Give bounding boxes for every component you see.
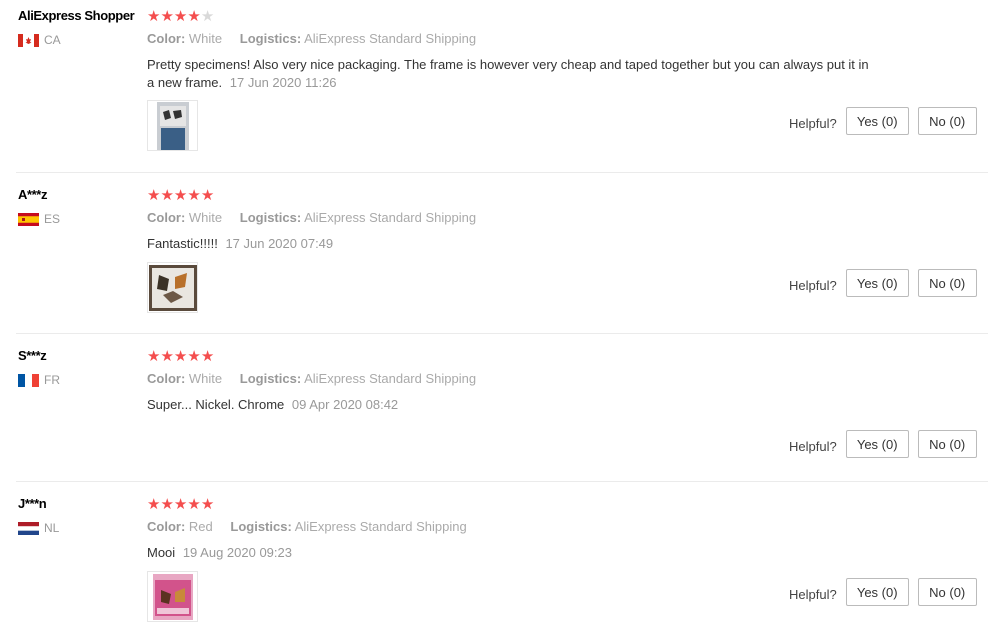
review-text: Fantastic!!!!! 17 Jun 2020 07:49 (147, 235, 877, 253)
star-icon: ★ (147, 8, 161, 25)
review-text: Super... Nickel. Chrome 09 Apr 2020 08:4… (147, 396, 877, 414)
helpful-label: Helpful? (789, 115, 837, 131)
country-code: ES (44, 212, 61, 226)
star-icon: ★ (187, 348, 201, 365)
rating-stars: ★★★★★ (147, 188, 214, 204)
logistics-key: Logistics: (239, 210, 302, 225)
rating-stars: ★★★★★ (147, 9, 214, 25)
logistics-key: Logistics: (239, 371, 302, 386)
review-meta: Color: White Logistics: AliExpress Stand… (147, 210, 476, 225)
color-value: White (188, 371, 223, 386)
star-icon: ★ (187, 496, 201, 513)
color-value: White (188, 31, 223, 46)
canada-flag-icon (18, 33, 39, 47)
color-key: Color: (147, 31, 186, 46)
review-time: 19 Aug 2020 09:23 (182, 545, 292, 560)
reviewer-country: FR (18, 373, 60, 387)
star-icon: ★ (200, 496, 215, 513)
review-divider (16, 333, 988, 334)
star-icon: ★ (173, 348, 188, 365)
helpful-yes-button[interactable]: Yes (0) (845, 269, 909, 297)
rating-stars: ★★★★★ (147, 497, 214, 513)
france-flag-icon (18, 373, 39, 387)
star-icon: ★ (173, 187, 188, 204)
star-icon: ★ (200, 348, 215, 365)
helpful-controls: Helpful? Yes (0) No (0) (789, 578, 977, 606)
helpful-label: Helpful? (789, 277, 837, 293)
country-code: NL (44, 521, 60, 535)
color-value: White (188, 210, 223, 225)
review-time: 09 Apr 2020 08:42 (291, 397, 399, 412)
star-icon: ★ (160, 496, 174, 513)
review-meta: Color: Red Logistics: AliExpress Standar… (147, 519, 467, 534)
helpful-yes-button[interactable]: Yes (0) (845, 430, 909, 458)
rating-stars: ★★★★★ (147, 349, 214, 365)
helpful-no-button[interactable]: No (0) (917, 578, 977, 606)
logistics-value: AliExpress Standard Shipping (304, 371, 477, 386)
color-value: Red (188, 519, 213, 534)
reviewer-country: NL (18, 521, 59, 535)
reviewer-name: AliExpress Shopper (18, 8, 135, 23)
star-icon: ★ (200, 187, 215, 204)
star-icon: ★ (187, 8, 201, 25)
helpful-label: Helpful? (789, 586, 837, 602)
reviewer-name: J***n (18, 496, 47, 511)
review-divider (16, 481, 988, 482)
logistics-value: AliExpress Standard Shipping (294, 519, 467, 534)
helpful-label: Helpful? (789, 438, 837, 454)
logistics-key: Logistics: (239, 31, 302, 46)
review-body: Super... Nickel. Chrome (147, 397, 285, 412)
helpful-controls: Helpful? Yes (0) No (0) (789, 430, 977, 458)
logistics-key: Logistics: (230, 519, 292, 534)
star-icon: ★ (160, 8, 174, 25)
star-icon: ★ (147, 187, 161, 204)
logistics-value: AliExpress Standard Shipping (304, 210, 477, 225)
review-body: Fantastic!!!!! (147, 236, 218, 251)
star-icon: ★ (187, 187, 201, 204)
star-icon: ★ (147, 496, 161, 513)
helpful-no-button[interactable]: No (0) (917, 269, 977, 297)
spain-flag-icon (18, 212, 39, 226)
helpful-no-button[interactable]: No (0) (917, 107, 977, 135)
review-photo[interactable] (147, 262, 198, 313)
color-key: Color: (147, 210, 186, 225)
country-code: FR (44, 373, 60, 387)
review-meta: Color: White Logistics: AliExpress Stand… (147, 31, 476, 46)
review-text: Pretty specimens! Also very nice packagi… (147, 56, 877, 92)
review-time: 17 Jun 2020 11:26 (229, 75, 337, 90)
review-photo[interactable] (147, 571, 198, 622)
review-text: Mooi 19 Aug 2020 09:23 (147, 544, 877, 562)
review-item: S***z FR ★★★★★ Color: White Logistics: A… (0, 348, 1000, 468)
helpful-yes-button[interactable]: Yes (0) (845, 107, 909, 135)
color-key: Color: (147, 371, 186, 386)
review-item: J***n NL ★★★★★ Color: Red Logistics: Ali… (0, 496, 1000, 633)
reviewer-country: CA (18, 33, 61, 47)
helpful-yes-button[interactable]: Yes (0) (845, 578, 909, 606)
reviewer-country: ES (18, 212, 60, 226)
star-icon: ★ (173, 8, 188, 25)
star-icon: ★ (160, 187, 174, 204)
review-photo[interactable] (147, 100, 198, 151)
reviewer-name: A***z (18, 187, 48, 202)
review-body: Mooi (147, 545, 176, 560)
review-meta: Color: White Logistics: AliExpress Stand… (147, 371, 476, 386)
review-item: AliExpress Shopper CA ★★★★★ Color: White… (0, 8, 1000, 168)
helpful-controls: Helpful? Yes (0) No (0) (789, 107, 977, 135)
review-divider (16, 172, 988, 173)
review-item: A***z ES ★★★★★ Color: White Logistics: A… (0, 187, 1000, 327)
star-icon: ★ (160, 348, 174, 365)
star-icon: ★ (173, 496, 188, 513)
star-icon: ★ (147, 348, 161, 365)
logistics-value: AliExpress Standard Shipping (304, 31, 477, 46)
helpful-no-button[interactable]: No (0) (917, 430, 977, 458)
color-key: Color: (147, 519, 186, 534)
reviewer-name: S***z (18, 348, 47, 363)
netherlands-flag-icon (18, 521, 39, 535)
helpful-controls: Helpful? Yes (0) No (0) (789, 269, 977, 297)
country-code: CA (44, 33, 61, 47)
star-empty-icon: ★ (200, 8, 215, 25)
review-time: 17 Jun 2020 07:49 (225, 236, 334, 251)
